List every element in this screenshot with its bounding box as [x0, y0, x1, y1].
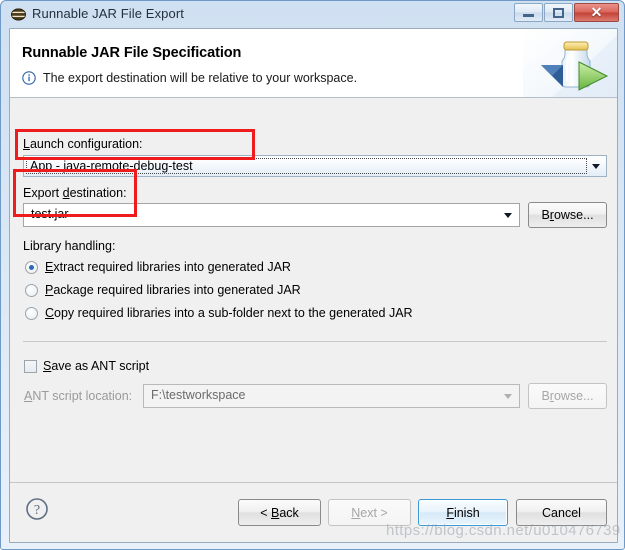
radio-copy-libraries[interactable]: Copy required libraries into a sub-folde…: [25, 306, 413, 320]
window-title: Runnable JAR File Export: [32, 6, 184, 21]
radio-copy-libraries-label: Copy required libraries into a sub-folde…: [45, 306, 413, 320]
radio-package-libraries-indicator: [25, 283, 38, 297]
launch-configuration-dropdown-arrow[interactable]: [587, 157, 605, 175]
dialog-window: Runnable JAR File Export ✕ Runnable JAR …: [0, 0, 625, 550]
window-controls: ✕: [514, 3, 619, 22]
info-icon: [22, 71, 36, 85]
ant-script-location-browse-button[interactable]: Browse...: [528, 383, 607, 409]
svg-text:?: ?: [34, 503, 40, 518]
radio-copy-libraries-indicator: [25, 306, 38, 320]
help-icon[interactable]: ?: [25, 497, 49, 521]
radio-extract-libraries-indicator: [25, 260, 38, 274]
form-content: Launch configuration: App - java-remote-…: [10, 98, 617, 484]
wizard-banner: Runnable JAR File Specification The expo…: [10, 29, 617, 98]
banner-message: The export destination will be relative …: [43, 71, 358, 85]
save-as-ant-script-indicator: [24, 359, 37, 373]
radio-package-libraries-label: Package required libraries into generate…: [45, 283, 301, 297]
radio-package-libraries[interactable]: Package required libraries into generate…: [25, 283, 301, 297]
title-bar: Runnable JAR File Export ✕: [1, 1, 624, 28]
minimize-button[interactable]: [514, 3, 543, 22]
radio-extract-libraries[interactable]: Extract required libraries into generate…: [25, 260, 291, 274]
ant-script-location-label: ANT script location:: [24, 389, 133, 403]
launch-configuration-value: App - java-remote-debug-test: [30, 159, 193, 173]
library-handling-label: Library handling:: [23, 239, 116, 253]
jar-export-illustration: [523, 29, 617, 97]
export-destination-combo[interactable]: test.jar: [23, 203, 520, 227]
ant-script-location-value: F:\testworkspace: [151, 388, 246, 402]
export-destination-browse-button[interactable]: Browse...: [528, 202, 607, 228]
save-as-ant-script-label: Save as ANT script: [43, 359, 150, 373]
maximize-button[interactable]: [544, 3, 573, 22]
dialog-content: Runnable JAR File Specification The expo…: [9, 28, 618, 543]
ant-script-location-dropdown-arrow[interactable]: [499, 387, 517, 405]
launch-configuration-label: Launch configuration:: [23, 137, 143, 151]
ant-script-location-combo[interactable]: F:\testworkspace: [143, 384, 520, 408]
export-destination-label: Export destination:: [23, 186, 127, 200]
jar-file-icon: [11, 7, 26, 22]
close-button[interactable]: ✕: [574, 3, 619, 22]
launch-configuration-combo[interactable]: App - java-remote-debug-test: [23, 155, 607, 177]
banner-message-row: The export destination will be relative …: [22, 71, 357, 85]
page-title: Runnable JAR File Specification: [22, 45, 242, 61]
back-button[interactable]: < Back: [238, 499, 321, 526]
section-separator: [23, 341, 607, 342]
close-icon: ✕: [590, 4, 603, 20]
radio-extract-libraries-label: Extract required libraries into generate…: [45, 260, 291, 274]
watermark: https://blog.csdn.net/u010476739: [386, 522, 621, 539]
cancel-button-label: Cancel: [542, 505, 581, 520]
save-as-ant-script-checkbox[interactable]: Save as ANT script: [24, 359, 149, 373]
export-destination-value: test.jar: [31, 207, 69, 221]
export-destination-dropdown-arrow[interactable]: [499, 206, 517, 224]
